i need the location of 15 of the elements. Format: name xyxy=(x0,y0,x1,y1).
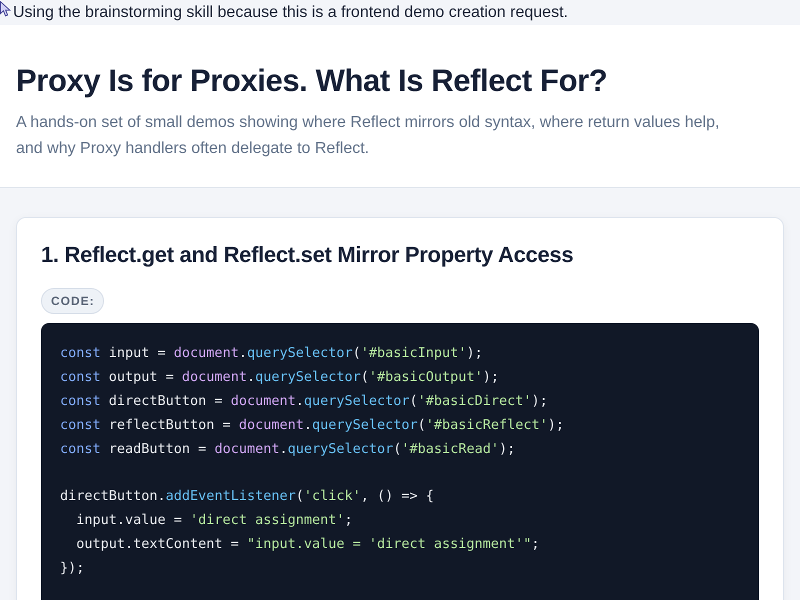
code-line: const input = document.querySelector('#basicInput'); xyxy=(60,344,484,363)
page-subtitle: A hands-on set of small demos showing where Reflect mirrors old syntax, where return values help, and why Proxy handlers often delegate to Reflect. xyxy=(16,113,720,159)
code-line: }); xyxy=(60,559,86,578)
page-title: Proxy Is for Proxies. What Is Reflect For? xyxy=(16,63,608,99)
code-line: const output = document.querySelector('#basicOutput'); xyxy=(60,368,500,387)
code-line: directButton.addEventListener('click', () => { xyxy=(60,487,435,506)
code-line: input.value = 'direct assignment'; xyxy=(75,511,354,530)
code-line: const directButton = document.querySelector('#basicDirect'); xyxy=(60,392,549,411)
code-line: const readButton = document.querySelector('#basicRead'); xyxy=(60,440,516,459)
notice-text: Using the brainstorming skill because this is a frontend demo creation request. xyxy=(13,4,568,22)
code-line: output.textContent = "input.value = 'direct assignment'"; xyxy=(75,535,541,554)
mouse-pointer-icon xyxy=(0,1,11,17)
code-line: const reflectButton = document.querySelector('#basicReflect'); xyxy=(60,416,565,435)
section-title: 1. Reflect.get and Reflect.set Mirror Property Access xyxy=(41,241,574,269)
code-label: CODE: xyxy=(41,288,104,314)
